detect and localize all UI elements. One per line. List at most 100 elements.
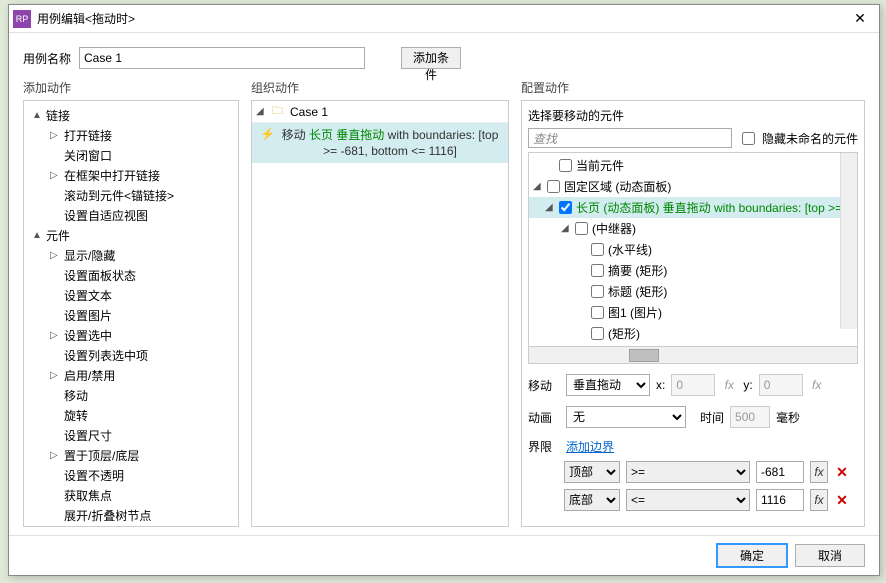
chevron-icon: ▷	[50, 130, 62, 141]
topbar: 用例名称 添加条件	[9, 33, 879, 79]
add-condition-button[interactable]: 添加条件	[401, 47, 461, 69]
tree-category[interactable]: ▲链接	[30, 105, 236, 125]
tree-label: 启用/禁用	[64, 367, 115, 384]
widget-checkbox[interactable]	[591, 264, 604, 277]
boundary-fx-button[interactable]: fx	[810, 461, 828, 483]
tree-item[interactable]: 设置列表选中项	[48, 345, 236, 365]
widget-checkbox[interactable]	[591, 243, 604, 256]
tree-item[interactable]: ▷置于顶层/底层	[48, 445, 236, 465]
tree-item[interactable]: 设置面板状态	[48, 265, 236, 285]
vertical-scrollbar[interactable]	[840, 153, 857, 329]
widget-checkbox[interactable]	[591, 306, 604, 319]
widget-label: 标题 (矩形)	[608, 283, 667, 300]
x-fx-button[interactable]: fx	[721, 378, 737, 392]
tree-label: 设置选中	[64, 327, 112, 344]
chevron-icon: ▷	[50, 250, 62, 261]
tree-category[interactable]: ▲元件	[30, 225, 236, 245]
tree-label: 获取焦点	[64, 487, 112, 504]
boundary-row: 顶部 >= fx ✕	[564, 461, 858, 483]
tree-label: 设置图片	[64, 307, 112, 324]
tree-item[interactable]: 设置图片	[48, 305, 236, 325]
y-fx-button[interactable]: fx	[809, 378, 825, 392]
widget-label: 长页 (动态面板) 垂直拖动 with boundaries: [top >= …	[576, 199, 849, 216]
widget-tree: 当前元件 ◢ 固定区域 (动态面板) ◢长页 (动态面板) 垂直拖动 with bou…	[528, 152, 858, 364]
chevron-icon: ▷	[50, 450, 62, 461]
tree-label: 设置不透明	[64, 467, 124, 484]
boundary-op-select[interactable]: <=	[626, 489, 750, 511]
action-tree-panel: ▲链接▷打开链接关闭窗口▷在框架中打开链接滚动到元件<锚链接>设置自适应视图▲元…	[23, 100, 239, 527]
y-input[interactable]	[759, 374, 803, 396]
cancel-button[interactable]: 取消	[795, 544, 865, 567]
bolt-icon: ⚡	[260, 127, 280, 159]
widget-tree-row[interactable]: ◢ 固定区域 (动态面板)	[529, 176, 857, 197]
widget-tree-row[interactable]: 图1 (图片)	[529, 302, 857, 323]
boundary-side-select[interactable]: 顶部	[564, 461, 620, 483]
tree-item[interactable]: 关闭窗口	[48, 145, 236, 165]
widget-tree-row[interactable]: ◢(中继器)	[529, 218, 857, 239]
org-action-text: 移动 长页 垂直拖动 with boundaries: [top >= -681…	[280, 127, 500, 159]
boundary-op-select[interactable]: >=	[626, 461, 750, 483]
x-label: x:	[656, 378, 665, 392]
widget-checkbox[interactable]	[559, 201, 572, 214]
widget-label: 固定区域 (动态面板)	[564, 178, 671, 195]
org-action-row[interactable]: ⚡ 移动 长页 垂直拖动 with boundaries: [top >= -6…	[252, 123, 508, 163]
tree-item[interactable]: ▷打开链接	[48, 125, 236, 145]
chevron-icon: ◢	[533, 181, 545, 192]
tree-item[interactable]: ▷显示/隐藏	[48, 245, 236, 265]
hide-unnamed-checkbox[interactable]	[742, 132, 755, 145]
tree-item[interactable]: ▷启用/禁用	[48, 365, 236, 385]
x-input[interactable]	[671, 374, 715, 396]
time-input[interactable]	[730, 406, 770, 428]
move-mode-select[interactable]: 垂直拖动	[566, 374, 650, 396]
boundary-side-select[interactable]: 底部	[564, 489, 620, 511]
configure-action-header: 配置动作	[521, 79, 865, 96]
tree-item[interactable]: 设置不透明	[48, 465, 236, 485]
case-name-input[interactable]	[79, 47, 365, 69]
widget-checkbox[interactable]	[591, 327, 604, 340]
tree-item[interactable]: 设置文本	[48, 285, 236, 305]
anim-select[interactable]: 无	[566, 406, 686, 428]
ok-button[interactable]: 确定	[717, 544, 787, 567]
tree-item[interactable]: 展开/折叠树节点	[48, 505, 236, 525]
horizontal-scrollbar[interactable]	[529, 346, 857, 363]
boundary-delete-button[interactable]: ✕	[834, 464, 850, 481]
tree-item[interactable]: 获取焦点	[48, 485, 236, 505]
tree-item[interactable]: ▷在框架中打开链接	[48, 165, 236, 185]
chevron-icon: ▷	[50, 330, 62, 341]
widget-checkbox[interactable]	[575, 222, 588, 235]
widget-tree-row[interactable]: 当前元件	[529, 155, 857, 176]
org-actions-header: 组织动作	[251, 79, 509, 96]
tree-item[interactable]: 移动	[48, 385, 236, 405]
anim-label: 动画	[528, 409, 560, 426]
org-case-row[interactable]: ◢ 🗀 Case 1	[252, 101, 508, 123]
tree-item[interactable]: 设置自适应视图	[48, 205, 236, 225]
widget-tree-row[interactable]: (矩形)	[529, 323, 857, 344]
case-name-label: 用例名称	[23, 50, 71, 67]
widget-checkbox[interactable]	[547, 180, 560, 193]
widget-tree-row[interactable]: 标题 (矩形)	[529, 281, 857, 302]
widget-checkbox[interactable]	[559, 159, 572, 172]
tree-item[interactable]: ▷设置选中	[48, 325, 236, 345]
tree-label: 显示/隐藏	[64, 247, 115, 264]
tree-label: 链接	[46, 107, 70, 124]
titlebar: RP 用例编辑<拖动时> ✕	[9, 5, 879, 33]
tree-label: 旋转	[64, 407, 88, 424]
close-button[interactable]: ✕	[845, 5, 875, 33]
select-widget-label: 选择要移动的元件	[528, 107, 858, 124]
widget-checkbox[interactable]	[591, 285, 604, 298]
boundary-value-input[interactable]	[756, 489, 804, 511]
time-label: 时间	[700, 409, 724, 426]
widget-tree-row[interactable]: ◢长页 (动态面板) 垂直拖动 with boundaries: [top >=…	[529, 197, 857, 218]
widget-search-input[interactable]	[528, 128, 732, 148]
tree-item[interactable]: 滚动到元件<锚链接>	[48, 185, 236, 205]
widget-tree-row[interactable]: (水平线)	[529, 239, 857, 260]
tree-item[interactable]: 设置尺寸	[48, 425, 236, 445]
widget-tree-row[interactable]: 摘要 (矩形)	[529, 260, 857, 281]
tree-item[interactable]: 旋转	[48, 405, 236, 425]
tree-label: 展开/折叠树节点	[64, 507, 151, 524]
boundary-fx-button[interactable]: fx	[810, 489, 828, 511]
move-label: 移动	[528, 377, 560, 394]
boundary-delete-button[interactable]: ✕	[834, 492, 850, 509]
add-bounds-link[interactable]: 添加边界	[566, 438, 614, 455]
boundary-value-input[interactable]	[756, 461, 804, 483]
